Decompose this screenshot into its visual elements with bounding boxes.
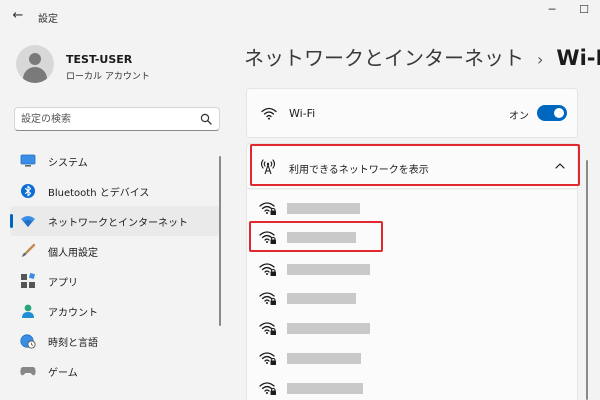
sidebar-item-system[interactable]: システム bbox=[10, 146, 220, 176]
sidebar-item-apps[interactable]: アプリ bbox=[10, 266, 220, 296]
monitor-icon bbox=[20, 153, 36, 169]
wifi-toggle-switch[interactable] bbox=[537, 105, 567, 121]
toggle-state-text: オン bbox=[509, 111, 529, 122]
sidebar-item-label: アカウント bbox=[48, 307, 98, 319]
sidebar-item-network[interactable]: ネットワークとインターネット bbox=[10, 206, 220, 236]
wifi-icon bbox=[261, 107, 277, 120]
sidebar-item-label: 時刻と言語 bbox=[48, 337, 98, 349]
avatar-body-shape bbox=[23, 67, 47, 83]
title-bar: ← 設定 ─ ☐ bbox=[0, 0, 600, 32]
apps-icon bbox=[20, 273, 36, 289]
sidebar-item-bluetooth[interactable]: Bluetooth とデバイス bbox=[10, 176, 220, 206]
sidebar-item-label: 個人用設定 bbox=[48, 247, 98, 259]
wifi-toggle-card[interactable]: Wi-Fi オン bbox=[246, 88, 578, 138]
sidebar-item-accounts[interactable]: アカウント bbox=[10, 296, 220, 326]
search-icon[interactable] bbox=[200, 113, 212, 125]
network-item[interactable] bbox=[247, 312, 579, 342]
globe-clock-icon bbox=[20, 333, 36, 349]
network-item[interactable] bbox=[247, 342, 579, 372]
network-name-redacted bbox=[287, 264, 370, 275]
network-item[interactable] bbox=[247, 372, 579, 400]
secured-wifi-icon bbox=[259, 292, 276, 305]
search-input[interactable] bbox=[21, 111, 191, 127]
network-name-redacted bbox=[287, 353, 361, 364]
highlight-available-networks bbox=[250, 144, 580, 186]
sidebar-item-label: アプリ bbox=[48, 277, 78, 289]
person-icon bbox=[20, 303, 36, 319]
bluetooth-icon bbox=[20, 183, 36, 199]
maximize-button[interactable]: ☐ bbox=[568, 0, 600, 20]
network-item[interactable] bbox=[247, 282, 579, 312]
network-name-redacted bbox=[287, 323, 370, 334]
gamepad-icon bbox=[20, 363, 36, 379]
sidebar-item-personalization[interactable]: 個人用設定 bbox=[10, 236, 220, 266]
avatar-head-shape bbox=[29, 53, 41, 65]
sidebar-item-label: Bluetooth とデバイス bbox=[48, 187, 150, 199]
account-type: ローカル アカウント bbox=[66, 72, 150, 82]
sidebar-item-label: ネットワークとインターネット bbox=[48, 217, 188, 229]
user-name: TEST-USER bbox=[66, 53, 133, 66]
toggle-knob bbox=[554, 108, 564, 118]
breadcrumb-separator: › bbox=[537, 50, 544, 69]
network-name-redacted bbox=[287, 293, 356, 304]
back-arrow-icon[interactable]: ← bbox=[8, 9, 28, 23]
app-title: 設定 bbox=[38, 14, 58, 25]
breadcrumb: ネットワークとインターネット › Wi-Fi bbox=[244, 42, 600, 71]
network-name-redacted bbox=[287, 203, 360, 214]
sidebar-item-time-language[interactable]: 時刻と言語 bbox=[10, 326, 220, 356]
minimize-button[interactable]: ─ bbox=[536, 0, 568, 20]
highlight-network-item bbox=[249, 221, 383, 252]
network-name-redacted bbox=[287, 383, 363, 394]
secured-wifi-icon bbox=[259, 382, 276, 395]
wifi-icon bbox=[20, 213, 36, 229]
secured-wifi-icon bbox=[259, 322, 276, 335]
page-title: Wi-Fi bbox=[556, 46, 600, 70]
sidebar-nav: システム Bluetooth とデバイス ネットワークとインターネット 個人用設… bbox=[10, 146, 220, 386]
secured-wifi-icon bbox=[259, 263, 276, 276]
secured-wifi-icon bbox=[259, 352, 276, 365]
sidebar-scrollbar[interactable] bbox=[219, 156, 221, 326]
wifi-label: Wi-Fi bbox=[289, 107, 316, 120]
secured-wifi-icon bbox=[259, 202, 276, 215]
breadcrumb-parent[interactable]: ネットワークとインターネット bbox=[244, 42, 524, 71]
main-scrollbar[interactable] bbox=[586, 160, 588, 400]
sidebar-item-gaming[interactable]: ゲーム bbox=[10, 356, 220, 386]
window-controls: ─ ☐ bbox=[536, 0, 600, 20]
sidebar-item-label: システム bbox=[48, 157, 88, 169]
settings-search[interactable] bbox=[14, 107, 220, 131]
sidebar-item-label: ゲーム bbox=[48, 367, 78, 379]
avatar[interactable] bbox=[16, 45, 54, 83]
network-item[interactable] bbox=[247, 253, 579, 283]
brush-icon bbox=[20, 243, 36, 259]
network-item[interactable] bbox=[247, 192, 579, 222]
